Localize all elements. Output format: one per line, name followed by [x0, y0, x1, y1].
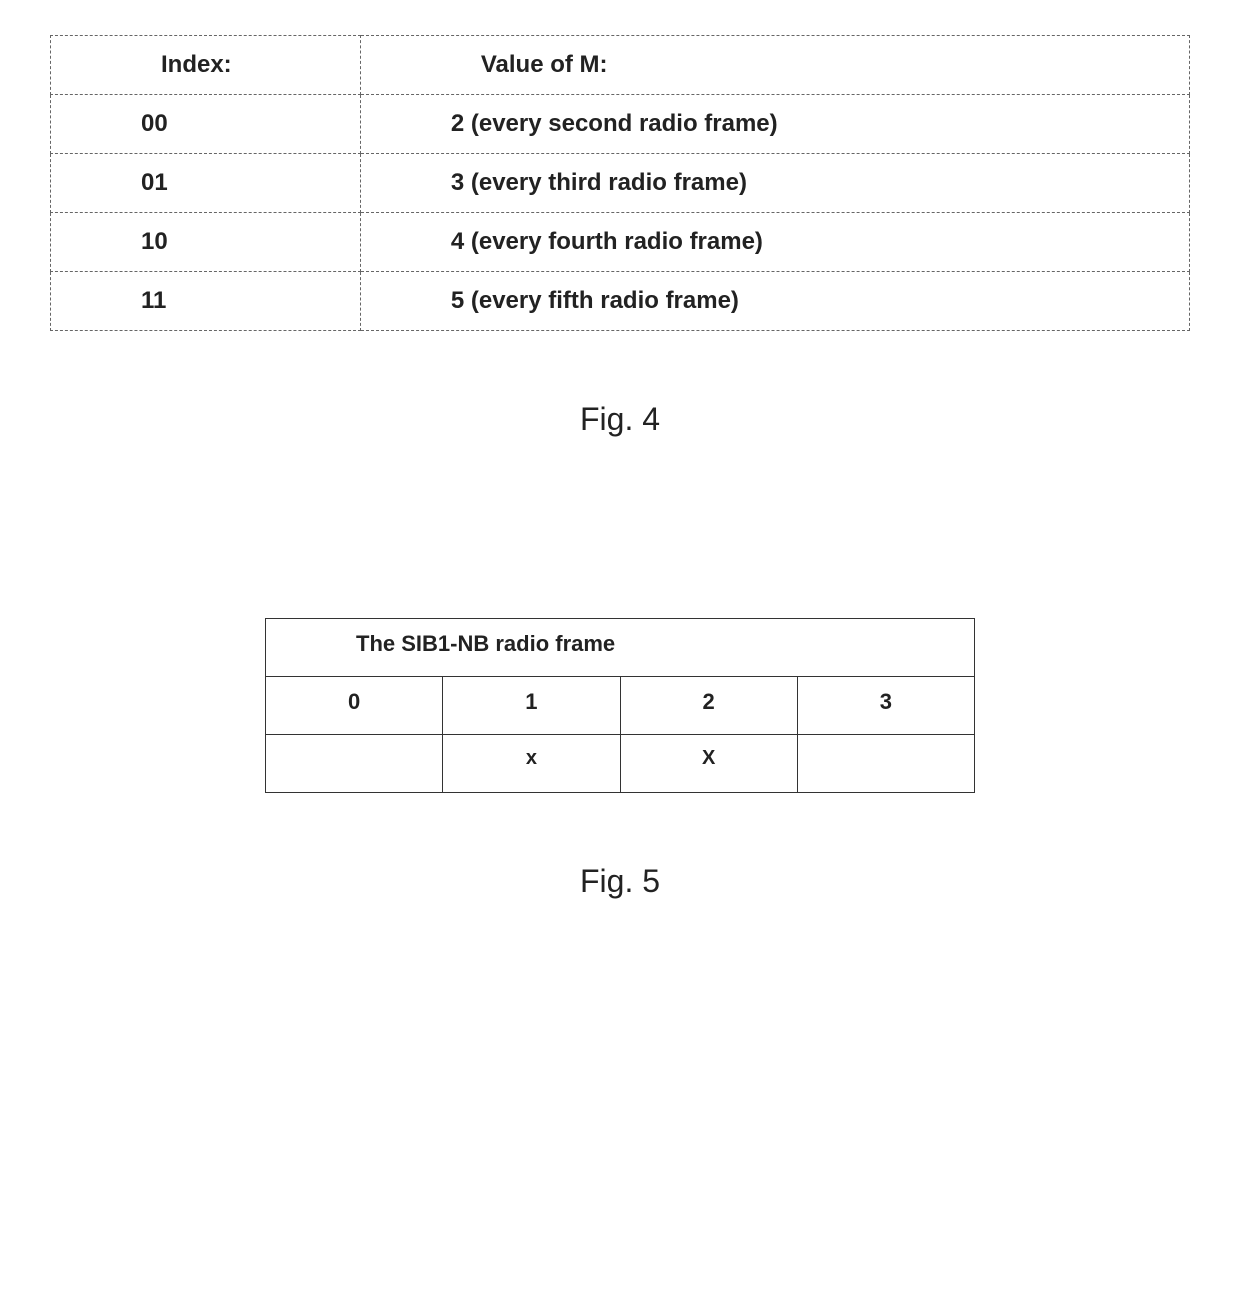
index-value-table: Index: Value of M: 00 2 (every second ra…	[50, 35, 1190, 331]
cell-x-3	[797, 735, 974, 793]
table-row: 0 1 2 3	[266, 677, 975, 735]
table-header-row: The SIB1-NB radio frame	[266, 619, 975, 677]
cell-x-2: X	[620, 735, 797, 793]
cell-col-0: 0	[266, 677, 443, 735]
table-title-cell: The SIB1-NB radio frame	[266, 619, 975, 677]
header-value: Value of M:	[360, 36, 1189, 95]
cell-value: 5 (every fifth radio frame)	[360, 272, 1189, 331]
cell-col-2: 2	[620, 677, 797, 735]
sib1-nb-table: The SIB1-NB radio frame 0 1 2 3 x X	[265, 618, 975, 793]
cell-value: 3 (every third radio frame)	[360, 154, 1189, 213]
table-header-row: Index: Value of M:	[51, 36, 1190, 95]
cell-value: 4 (every fourth radio frame)	[360, 213, 1189, 272]
header-index: Index:	[51, 36, 361, 95]
table-row: 01 3 (every third radio frame)	[51, 154, 1190, 213]
cell-col-1: 1	[443, 677, 620, 735]
figure-4-caption: Fig. 4	[0, 401, 1240, 438]
cell-index: 11	[51, 272, 361, 331]
cell-index: 00	[51, 95, 361, 154]
figure-5-caption: Fig. 5	[0, 863, 1240, 900]
cell-col-3: 3	[797, 677, 974, 735]
cell-value: 2 (every second radio frame)	[360, 95, 1189, 154]
table-row: 00 2 (every second radio frame)	[51, 95, 1190, 154]
table-row: 11 5 (every fifth radio frame)	[51, 272, 1190, 331]
table-row: x X	[266, 735, 975, 793]
cell-index: 01	[51, 154, 361, 213]
cell-index: 10	[51, 213, 361, 272]
cell-x-0	[266, 735, 443, 793]
cell-x-1: x	[443, 735, 620, 793]
table-row: 10 4 (every fourth radio frame)	[51, 213, 1190, 272]
